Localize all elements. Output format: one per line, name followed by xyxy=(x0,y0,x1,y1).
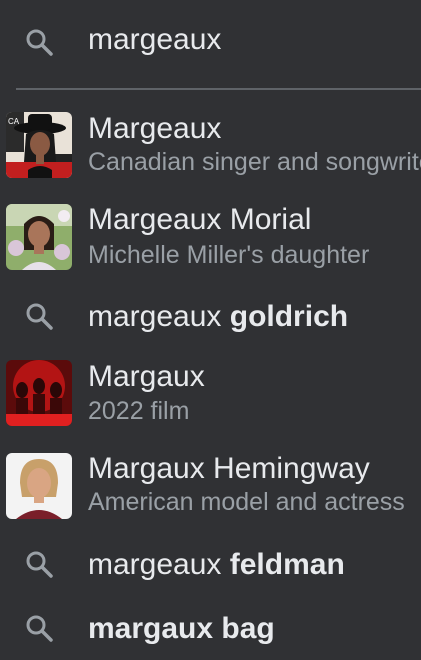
suggestion-subtitle: Michelle Miller's daughter xyxy=(88,241,370,269)
suggestion-subtitle: American model and actress xyxy=(88,488,405,516)
suggestion-title: Margaux Hemingway xyxy=(88,452,370,485)
suggestion-margaux-bag[interactable]: margaux bag xyxy=(0,600,421,658)
suggestion-margaux-hemingway[interactable]: Margaux Hemingway American model and act… xyxy=(0,447,421,529)
divider xyxy=(16,88,421,90)
suggestion-title: Margeaux Morial xyxy=(88,203,312,236)
query-prefix: margeaux xyxy=(88,300,230,333)
suggestion-subtitle: 2022 film xyxy=(88,397,190,425)
suggestion-query-text: margaux bag xyxy=(88,611,275,647)
search-icon xyxy=(24,301,54,331)
suggestion-query-text: margeaux goldrich xyxy=(88,299,348,335)
suggestion-margeaux-goldrich[interactable]: margeaux goldrich xyxy=(0,289,421,347)
margeaux-thumbnail: CA xyxy=(6,112,72,178)
search-icon xyxy=(24,613,54,643)
suggestion-margaux-film[interactable]: Margaux 2022 film xyxy=(0,354,421,436)
search-bar xyxy=(0,0,421,80)
margaux-hemingway-thumbnail xyxy=(6,453,72,519)
margeaux-morial-thumbnail xyxy=(6,204,72,270)
search-input[interactable] xyxy=(88,18,408,62)
query-completion: goldrich xyxy=(229,300,349,333)
suggestion-title: Margaux xyxy=(88,360,205,393)
query-completion: margaux bag xyxy=(88,612,275,645)
svg-text:CA: CA xyxy=(8,117,20,126)
suggestion-query-text: margeaux feldman xyxy=(88,547,345,583)
suggestion-margeaux[interactable]: CA Margeaux Canadian singer and songwrit… xyxy=(0,107,421,187)
query-completion: feldman xyxy=(229,548,345,581)
suggestion-margeaux-morial[interactable]: Margeaux Morial Michelle Miller's daught… xyxy=(0,198,421,278)
query-prefix: margeaux xyxy=(88,548,230,581)
margaux-film-thumbnail xyxy=(6,360,72,426)
suggestion-subtitle: Canadian singer and songwriter xyxy=(88,148,421,176)
suggestion-margeaux-feldman[interactable]: margeaux feldman xyxy=(0,537,421,595)
search-icon xyxy=(24,27,54,57)
suggestion-title: Margeaux xyxy=(88,112,222,145)
search-icon xyxy=(24,549,54,579)
